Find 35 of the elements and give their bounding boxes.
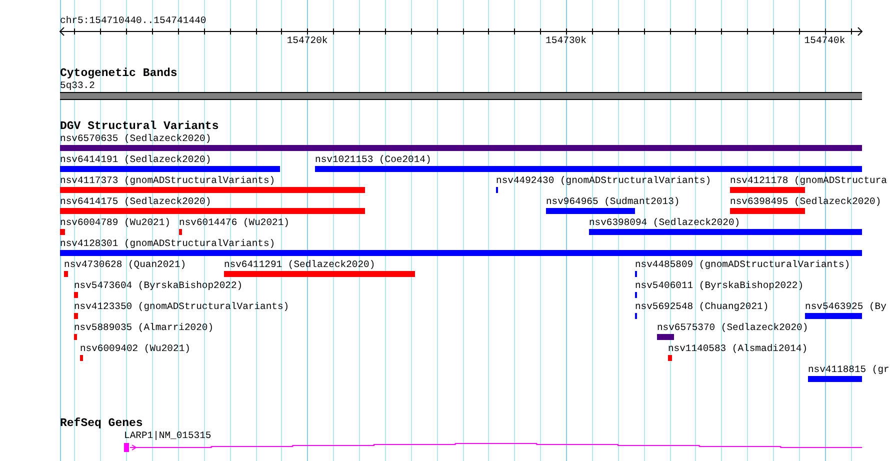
variant-label: nsv4492430 (gnomADStructuralVariants) [496,175,712,186]
variant-label: nsv4117373 (gnomADStructuralVariants) [60,175,276,186]
variant-label: nsv4128301 (gnomADStructuralVariants) [60,238,276,249]
variant-label: nsv1021153 (Coe2014) [315,154,432,165]
variant-label: nsv6398094 (Sedlazeck2020) [588,217,740,228]
variant-label: nsv5463925 (By [805,301,886,312]
location-label: chr5:154710440..154741440 [60,15,206,26]
variant-label: nsv6014476 (Wu2021) [179,217,290,228]
variant-label: nsv4118815 (gr [808,364,890,375]
tick-label: 154730k [546,35,587,46]
variant-label: nsv5692548 (Chuang2021) [634,301,769,312]
variant-label: nsv6398495 (Sedlazeck2020) [730,196,882,207]
track-title: Cytogenetic Bands [60,68,178,80]
variant-label: nsv6575370 (Sedlazeck2020) [656,322,808,333]
variant-label: nsv6414175 (Sedlazeck2020) [60,196,212,207]
variant-label: nsv964965 (Sudmant2013) [546,196,680,207]
variant-label: nsv4730628 (Quan2021) [64,259,186,270]
gene-label: LARP1|NM_015315 [124,430,212,441]
variant-label: nsv6004789 (Wu2021) [60,217,170,228]
track-title: DGV Structural Variants [60,121,219,133]
band-label: 5q33.2 [60,80,95,91]
tick-label: 154720k [286,35,328,46]
variant-label: nsv5889035 (Almarri2020) [74,322,214,333]
variant-label: nsv4485809 (gnomADStructuralVariants) [634,259,850,270]
variant-label: nsv6411291 (Sedlazeck2020) [224,259,376,270]
variant-label: nsv6414191 (Sedlazeck2020) [60,154,212,165]
variant-label: nsv6009402 (Wu2021) [80,343,190,354]
tick-label: 154740k [804,35,846,46]
variant-label: nsv5473604 (ByrskaBishop2022) [74,280,243,291]
variant-label: nsv1140583 (Alsmadi2014) [668,343,808,354]
variant-label: nsv6570635 (Sedlazeck2020) [60,133,212,144]
variant-label: nsv5406011 (ByrskaBishop2022) [634,280,804,291]
track-title: RefSeq Genes [60,418,143,430]
variant-label: nsv4123350 (gnomADStructuralVariants) [74,301,290,312]
variant-label: nsv4121178 (gnomADStructura [730,175,887,186]
